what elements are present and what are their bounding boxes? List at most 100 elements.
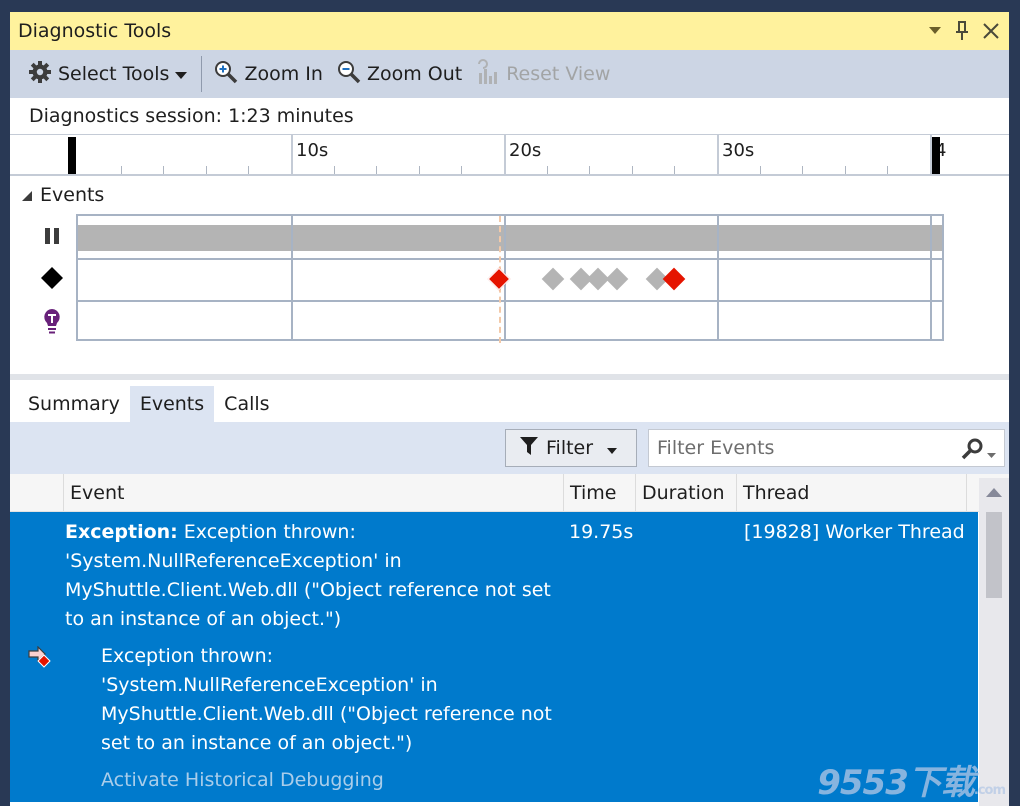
exception-event-marker[interactable] bbox=[487, 267, 510, 291]
gear-icon bbox=[28, 60, 52, 89]
filter-bar: Filter Filter Events bbox=[10, 422, 1009, 474]
reset-view-label: Reset View bbox=[506, 63, 611, 85]
activate-historical-debugging-link[interactable]: Activate Historical Debugging bbox=[101, 766, 384, 795]
detail-line: Exception thrown: bbox=[101, 645, 274, 667]
ruler-minor-tick bbox=[674, 166, 676, 174]
tab-events[interactable]: Events bbox=[129, 386, 215, 422]
selection-start-handle[interactable] bbox=[67, 137, 76, 174]
ruler-major-tick bbox=[291, 135, 293, 174]
column-header-icon bbox=[10, 474, 64, 511]
zoom-in-icon bbox=[214, 60, 238, 89]
event-category: Exception: bbox=[65, 521, 178, 543]
events-track-area bbox=[10, 214, 1009, 374]
track-divider bbox=[78, 258, 942, 260]
search-options-button[interactable] bbox=[961, 438, 996, 465]
ruler-minor-tick bbox=[163, 166, 165, 174]
close-icon[interactable] bbox=[983, 23, 999, 39]
column-header-duration[interactable]: Duration bbox=[636, 474, 737, 511]
event-line: Exception thrown: bbox=[177, 521, 356, 543]
detail-line: MyShuttle.Client.Web.dll ("Object refere… bbox=[101, 703, 552, 725]
event-time: 19.75s bbox=[569, 521, 634, 543]
ruler-minor-tick bbox=[759, 166, 761, 174]
watermark-text: 9553 bbox=[817, 763, 909, 803]
ruler-major-tick bbox=[504, 135, 506, 174]
events-section-header[interactable]: Events bbox=[10, 176, 1009, 214]
events-grid-header: Event Time Duration Thread bbox=[10, 474, 1009, 512]
event-line: to an instance of an object.") bbox=[65, 608, 342, 630]
ruler-minor-tick bbox=[333, 166, 335, 174]
timeline-ruler[interactable]: 10s 20s 30s 4 bbox=[10, 134, 1009, 176]
watermark-suffix: 下载 bbox=[907, 763, 975, 803]
select-tools-button[interactable]: Select Tools bbox=[28, 60, 188, 89]
track-grid-line bbox=[930, 216, 932, 339]
reset-view-icon bbox=[476, 58, 500, 90]
scrollbar-thumb[interactable] bbox=[986, 512, 1002, 598]
ruler-tick-label: 10s bbox=[296, 140, 329, 161]
track-grid-line bbox=[291, 216, 293, 339]
column-header-time[interactable]: Time bbox=[564, 474, 636, 511]
watermark-sub: .com bbox=[973, 783, 1006, 798]
filter-label: Filter bbox=[546, 437, 594, 459]
column-header-thread[interactable]: Thread bbox=[737, 474, 967, 511]
collapse-triangle-icon[interactable] bbox=[22, 184, 32, 206]
ruler-minor-tick bbox=[631, 166, 633, 174]
events-section-title: Events bbox=[40, 184, 105, 206]
search-icon bbox=[961, 438, 983, 465]
toolbar: Select Tools Zoom In Zoom Out Reset View bbox=[10, 50, 1009, 98]
event-marker[interactable] bbox=[605, 267, 629, 291]
filter-events-input[interactable]: Filter Events bbox=[648, 429, 1005, 467]
tab-summary[interactable]: Summary bbox=[18, 386, 130, 422]
ruler-minor-tick bbox=[546, 166, 548, 174]
zoom-in-label: Zoom In bbox=[244, 63, 323, 85]
pause-icon bbox=[40, 224, 64, 248]
ruler-minor-tick bbox=[376, 166, 378, 174]
ruler-tick-label: 30s bbox=[722, 140, 755, 161]
diamond-icon bbox=[40, 266, 64, 290]
ruler-minor-tick bbox=[418, 166, 420, 174]
chevron-down-icon bbox=[987, 441, 996, 463]
exception-thrown-icon bbox=[28, 645, 52, 673]
pin-icon[interactable] bbox=[955, 21, 969, 41]
chevron-down-icon bbox=[175, 63, 188, 85]
lightbulb-icon bbox=[40, 309, 64, 334]
tab-calls[interactable]: Calls bbox=[214, 386, 279, 422]
events-timeline-grid[interactable] bbox=[76, 214, 944, 343]
title-bar-controls bbox=[929, 12, 999, 50]
event-thread: [19828] Worker Thread bbox=[744, 521, 965, 543]
track-divider bbox=[78, 300, 942, 302]
window-title: Diagnostic Tools bbox=[18, 20, 172, 42]
ruler-minor-tick bbox=[589, 166, 591, 174]
selection-end-handle[interactable] bbox=[932, 137, 941, 174]
ruler-minor-tick bbox=[887, 166, 889, 174]
ruler-minor-tick bbox=[120, 166, 122, 174]
tab-strip: Summary Events Calls bbox=[10, 380, 1009, 422]
scroll-up-arrow-icon[interactable] bbox=[986, 488, 1002, 497]
zoom-in-button[interactable]: Zoom In bbox=[214, 60, 323, 89]
ruler-minor-tick bbox=[248, 166, 250, 174]
event-line: 'System.NullReferenceException' in bbox=[65, 550, 402, 572]
filter-events-placeholder: Filter Events bbox=[657, 437, 775, 459]
detail-line: set to an instance of an object.") bbox=[101, 732, 413, 754]
ruler-major-tick bbox=[717, 135, 719, 174]
toolbar-separator bbox=[201, 56, 203, 92]
ruler-minor-tick bbox=[844, 166, 846, 174]
ruler-minor-tick bbox=[461, 166, 463, 174]
funnel-icon bbox=[520, 436, 538, 461]
event-marker[interactable] bbox=[541, 267, 565, 291]
zoom-out-label: Zoom Out bbox=[366, 63, 463, 85]
ruler-minor-tick bbox=[205, 166, 207, 174]
zoom-out-button[interactable]: Zoom Out bbox=[337, 60, 462, 89]
filter-button[interactable]: Filter bbox=[505, 429, 637, 467]
reset-view-button[interactable]: Reset View bbox=[476, 58, 611, 90]
exception-detail: Exception thrown: 'System.NullReferenceE… bbox=[101, 642, 571, 758]
chevron-down-icon bbox=[607, 437, 618, 459]
exception-event-marker[interactable] bbox=[663, 267, 686, 291]
break-mode-bar bbox=[78, 225, 942, 251]
detail-line: 'System.NullReferenceException' in bbox=[101, 674, 438, 696]
event-line: MyShuttle.Client.Web.dll ("Object refere… bbox=[65, 579, 551, 601]
ruler-minor-tick bbox=[802, 166, 804, 174]
select-tools-label: Select Tools bbox=[58, 63, 170, 85]
dropdown-arrow-icon[interactable] bbox=[929, 27, 941, 35]
session-duration: Diagnostics session: 1:23 minutes bbox=[29, 105, 354, 127]
column-header-event[interactable]: Event bbox=[64, 474, 564, 511]
